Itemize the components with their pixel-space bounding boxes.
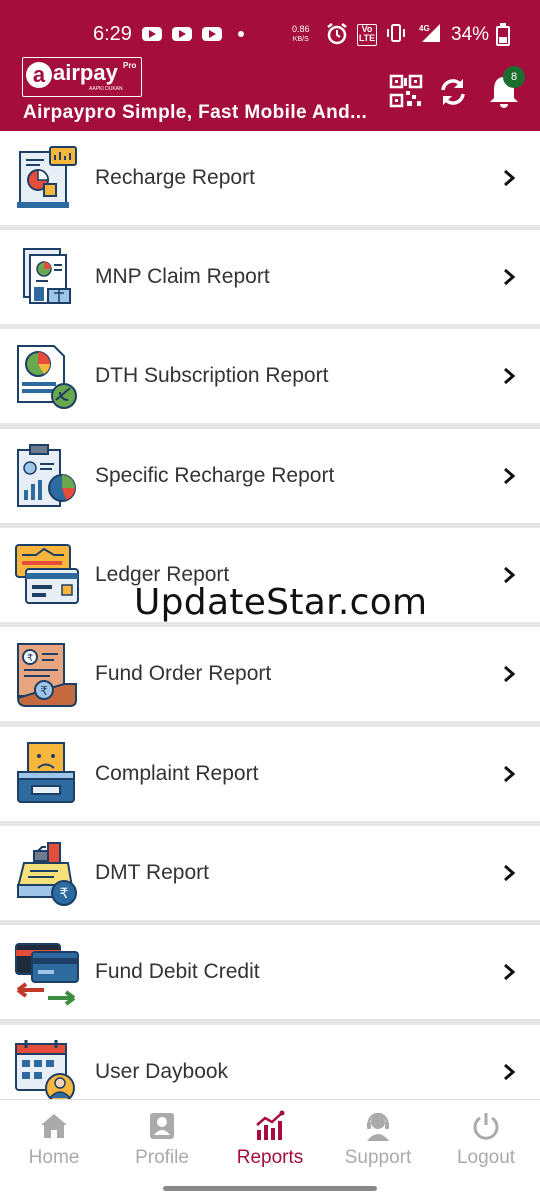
refresh-icon[interactable] (437, 76, 469, 108)
menu-item-label: MNP Claim Report (95, 265, 270, 288)
chevron-right-icon (504, 765, 516, 783)
menu-item-fund-order-report[interactable]: ₹ ₹ Fund Order Report (0, 627, 540, 721)
logo-tagline: AAPKI DUKAN (89, 86, 123, 92)
svg-text:₹: ₹ (40, 684, 48, 698)
menu-item-fund-debit-credit[interactable]: Fund Debit Credit (0, 925, 540, 1019)
net-speed-unit: KB/S (292, 36, 309, 43)
nav-label: Support (344, 1147, 412, 1168)
complaint-icon (17, 742, 75, 803)
fund-order-icon: ₹ ₹ (16, 643, 77, 707)
vibrate-icon (387, 24, 405, 42)
menu-item-label: Complaint Report (95, 762, 259, 785)
menu-item-label: Fund Debit Credit (95, 960, 260, 983)
reports-chart-icon (256, 1110, 285, 1140)
battery-icon (496, 23, 510, 46)
dth-subscription-icon (17, 345, 77, 409)
menu-item-label: User Daybook (95, 1060, 229, 1083)
chevron-right-icon (504, 1063, 516, 1081)
nav-reports[interactable]: Reports (216, 1100, 324, 1180)
youtube-notification-icon (202, 27, 222, 41)
chevron-right-icon (504, 566, 516, 584)
specific-recharge-icon (17, 444, 76, 507)
logo-letter: a (26, 62, 52, 88)
svg-text:₹: ₹ (60, 886, 69, 902)
chevron-right-icon (504, 367, 516, 385)
more-notifications-dot (238, 31, 244, 37)
net-speed: 0.86 KB/S (292, 25, 310, 44)
user-daybook-icon (15, 1040, 75, 1103)
chevron-right-icon (504, 467, 516, 485)
menu-item-label: Specific Recharge Report (95, 464, 335, 487)
nav-support[interactable]: Support (324, 1100, 432, 1180)
watermark-text: UpdateStar.com (134, 582, 428, 623)
app-header: 6:29 0.86 KB/S Vo LTE 4G 34% a airpay Pr… (0, 0, 540, 131)
menu-item-complaint-report[interactable]: Complaint Report (0, 727, 540, 821)
ledger-icon (15, 544, 79, 604)
mnp-claim-icon (23, 248, 71, 304)
nav-label: Profile (135, 1147, 189, 1168)
volte-bottom: LTE (358, 33, 376, 43)
nav-profile[interactable]: Profile (108, 1100, 216, 1180)
logo-name: airpay (53, 60, 118, 85)
battery-percent: 34% (451, 24, 490, 45)
youtube-notification-icon (172, 27, 192, 41)
status-bar: 6:29 0.86 KB/S Vo LTE 4G 34% (0, 0, 540, 64)
menu-item-specific-recharge-report[interactable]: Specific Recharge Report (0, 429, 540, 523)
menu-item-label: Recharge Report (95, 166, 255, 189)
alarm-icon (327, 23, 347, 45)
profile-icon (150, 1113, 174, 1139)
recharge-report-icon (17, 146, 77, 208)
chevron-right-icon (504, 169, 516, 187)
svg-text:₹: ₹ (27, 653, 33, 664)
chevron-right-icon (504, 665, 516, 683)
chevron-right-icon (504, 864, 516, 882)
airpay-logo: a airpay Pro AAPKI DUKAN (22, 57, 142, 97)
power-icon (473, 1113, 499, 1140)
menu-item-label: DMT Report (95, 861, 209, 884)
home-icon (41, 1114, 67, 1138)
qr-code-icon[interactable] (389, 74, 423, 108)
nav-logout[interactable]: Logout (432, 1100, 540, 1180)
nav-home[interactable]: Home (0, 1100, 108, 1180)
volte-icon: Vo LTE (357, 24, 377, 46)
chevron-right-icon (504, 963, 516, 981)
fund-debit-credit-icon (15, 943, 79, 1006)
logo-pro: Pro (123, 61, 137, 70)
menu-item-dth-subscription-report[interactable]: DTH Subscription Report (0, 329, 540, 423)
app-title: Airpaypro Simple, Fast Mobile And... (23, 102, 368, 123)
menu-item-dmt-report[interactable]: ₹ DMT Report (0, 826, 540, 920)
chevron-right-icon (504, 268, 516, 286)
menu-item-user-daybook[interactable]: User Daybook (0, 1025, 540, 1103)
dmt-icon: ₹ (16, 842, 77, 906)
net-speed-value: 0.86 (292, 24, 310, 34)
nav-label: Reports (236, 1147, 304, 1168)
menu-item-mnp-claim-report[interactable]: MNP Claim Report (0, 230, 540, 324)
signal-icon (422, 24, 440, 42)
youtube-notification-icon (142, 27, 162, 41)
menu-item-label: DTH Subscription Report (95, 364, 329, 387)
nav-label: Logout (456, 1147, 516, 1168)
notification-badge[interactable]: 8 (503, 66, 525, 88)
status-time: 6:29 (93, 23, 132, 45)
menu-item-recharge-report[interactable]: Recharge Report (0, 131, 540, 225)
support-headset-icon (367, 1112, 389, 1141)
gesture-home-indicator[interactable] (163, 1186, 377, 1191)
menu-item-label: Fund Order Report (95, 662, 272, 685)
nav-label: Home (28, 1147, 80, 1168)
